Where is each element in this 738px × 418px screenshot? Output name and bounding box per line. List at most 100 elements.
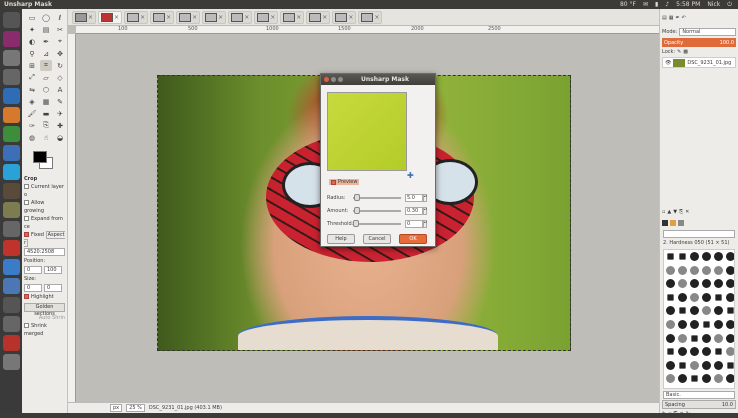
close-icon[interactable]: ×: [166, 14, 171, 21]
brush-item[interactable]: [678, 333, 687, 343]
power-icon[interactable]: ⏻: [727, 1, 732, 9]
brush-filter-input[interactable]: [663, 230, 735, 238]
brush-item[interactable]: [726, 279, 734, 289]
app-launcher-icon[interactable]: [2, 335, 20, 351]
brush-item[interactable]: [714, 333, 723, 343]
dash-icon[interactable]: [2, 12, 20, 28]
brush-item[interactable]: [678, 292, 687, 302]
user-menu[interactable]: Nick: [707, 1, 720, 8]
minimize-icon[interactable]: [331, 77, 336, 82]
channels-tab-icon[interactable]: ▦: [669, 15, 674, 21]
close-icon[interactable]: ×: [218, 14, 223, 21]
help-button[interactable]: Help: [327, 234, 355, 244]
new-brush-icon[interactable]: ▫: [668, 411, 671, 417]
allow-growing-option[interactable]: Allow growing: [24, 199, 65, 215]
expand-center-option[interactable]: Expand from ce: [24, 215, 65, 231]
brush-item[interactable]: [690, 306, 699, 316]
current-layer-option[interactable]: Current layer o: [24, 183, 65, 199]
refresh-icon[interactable]: ↻: [686, 411, 690, 417]
brush-item[interactable]: [702, 252, 711, 261]
brush-item[interactable]: [666, 374, 675, 384]
brush-item[interactable]: [726, 319, 734, 329]
duplicate-brush-icon[interactable]: ⎘: [674, 411, 678, 417]
brush-item[interactable]: [667, 253, 674, 260]
brush-item[interactable]: [727, 362, 734, 369]
eraser-icon[interactable]: ▬: [40, 108, 52, 119]
threshold-slider[interactable]: [353, 220, 401, 227]
close-icon[interactable]: ×: [114, 14, 119, 21]
brush-item[interactable]: [690, 265, 699, 275]
brush-item[interactable]: [726, 292, 734, 302]
highlight-option[interactable]: Highlight: [24, 293, 65, 301]
brush-item[interactable]: [666, 279, 675, 289]
position-x-field[interactable]: 0: [24, 266, 42, 274]
vertical-ruler[interactable]: [68, 34, 76, 402]
brush-item[interactable]: [702, 265, 711, 275]
brush-item[interactable]: [666, 306, 675, 316]
brush-item[interactable]: [678, 279, 687, 289]
lock-alpha-icon[interactable]: ▩: [683, 49, 688, 55]
brushes-tab-icon[interactable]: [662, 220, 668, 226]
threshold-spinner[interactable]: ▴▾: [423, 220, 427, 228]
patterns-tab-icon[interactable]: [670, 220, 676, 226]
cancel-button[interactable]: Cancel: [363, 234, 391, 244]
rect-select-icon[interactable]: ▭: [26, 12, 38, 23]
brush-item[interactable]: [727, 307, 734, 315]
slider-knob[interactable]: [353, 194, 360, 201]
text-icon[interactable]: A: [54, 84, 66, 95]
position-y-field[interactable]: 100: [44, 266, 62, 274]
ellipse-select-icon[interactable]: ◯: [40, 12, 52, 23]
brush-item[interactable]: [690, 360, 699, 370]
crop-icon[interactable]: ⌗: [40, 60, 52, 71]
image-tab[interactable]: ×: [72, 10, 97, 24]
image-tab[interactable]: ×: [254, 10, 279, 24]
app-launcher-icon[interactable]: [2, 278, 20, 294]
close-icon[interactable]: ×: [244, 14, 249, 21]
preview-area[interactable]: [327, 92, 407, 171]
close-icon[interactable]: ×: [322, 14, 327, 21]
blur-icon[interactable]: ◍: [26, 132, 38, 143]
image-tab[interactable]: ×: [150, 10, 175, 24]
clone-icon[interactable]: ⎘: [40, 120, 52, 131]
image-tab[interactable]: ×: [306, 10, 331, 24]
battery-icon[interactable]: ▮: [655, 1, 658, 8]
brush-item[interactable]: [726, 265, 734, 275]
app-launcher-icon[interactable]: [2, 240, 20, 256]
brush-item[interactable]: [702, 279, 711, 289]
amount-slider[interactable]: [353, 207, 401, 214]
close-icon[interactable]: ×: [140, 14, 145, 21]
brush-item[interactable]: [678, 265, 687, 275]
brush-item[interactable]: [702, 347, 711, 357]
close-icon[interactable]: [324, 77, 329, 82]
guides-select[interactable]: Golden sections: [24, 303, 65, 317]
shear-icon[interactable]: ▱: [40, 72, 52, 83]
duplicate-layer-icon[interactable]: ⎘: [679, 209, 683, 215]
mail-icon[interactable]: ✉: [643, 1, 648, 8]
blend-icon[interactable]: ▦: [40, 96, 52, 107]
brush-item[interactable]: [702, 374, 711, 384]
rotate-icon[interactable]: ↻: [54, 60, 66, 71]
heal-icon[interactable]: ✚: [54, 120, 66, 131]
slider-knob[interactable]: [353, 220, 359, 227]
amount-spinner[interactable]: ▴▾: [423, 207, 427, 215]
delete-brush-icon[interactable]: ✕: [680, 411, 684, 417]
threshold-input[interactable]: 0: [405, 220, 423, 228]
ink-icon[interactable]: ✑: [26, 120, 38, 131]
brush-item[interactable]: [702, 333, 711, 343]
zoom-select[interactable]: 25 %: [126, 404, 145, 412]
lower-layer-icon[interactable]: ▼: [673, 209, 677, 215]
edit-brush-icon[interactable]: ✎: [662, 411, 666, 417]
preview-checkbox[interactable]: Preview: [329, 179, 360, 185]
volume-icon[interactable]: ♪: [665, 1, 669, 8]
app-launcher-icon[interactable]: [2, 183, 20, 199]
app-launcher-icon[interactable]: [2, 69, 20, 85]
flip-icon[interactable]: ⇋: [26, 84, 38, 95]
slider-knob[interactable]: [354, 207, 361, 214]
gimp-icon[interactable]: [2, 202, 20, 218]
brush-item[interactable]: [714, 374, 723, 384]
brush-item[interactable]: [679, 253, 686, 260]
spreadsheet-icon[interactable]: [2, 126, 20, 142]
brush-item[interactable]: [690, 279, 699, 289]
radius-spinner[interactable]: ▴▾: [423, 194, 427, 202]
spacing-slider[interactable]: Spacing 10.0: [662, 400, 736, 409]
